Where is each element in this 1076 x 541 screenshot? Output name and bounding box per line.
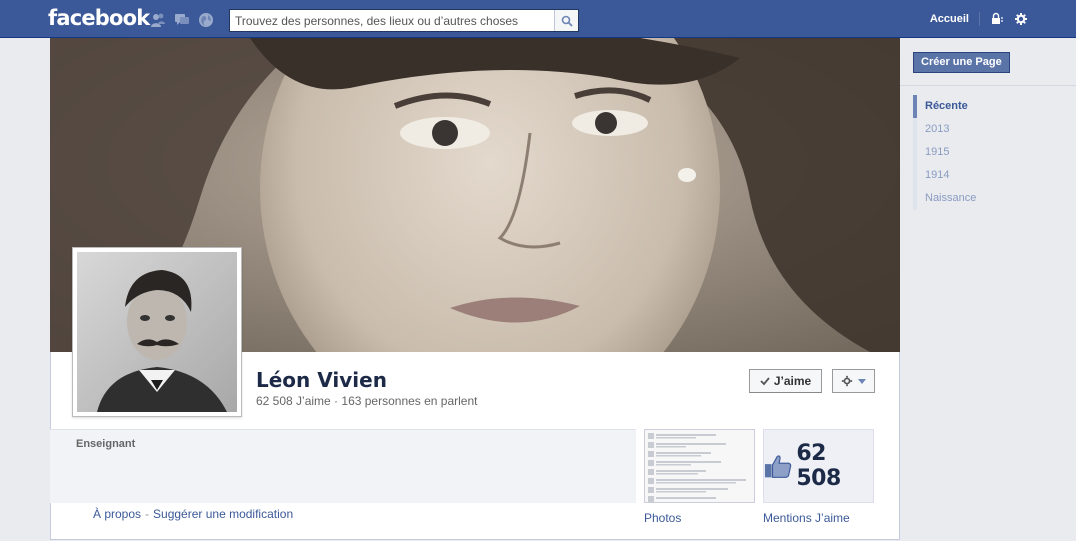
year-item-birth[interactable]: Naissance — [913, 187, 976, 210]
thumbs-up-icon — [764, 455, 792, 478]
page-info-box: Enseignant — [50, 429, 636, 503]
home-link[interactable]: Accueil — [930, 13, 969, 25]
likes-link[interactable]: Mentions J’aime — [763, 511, 850, 525]
search-icon — [561, 15, 573, 27]
search-button[interactable] — [554, 10, 578, 31]
profile-picture[interactable] — [72, 247, 242, 417]
photos-tile[interactable] — [644, 429, 755, 503]
search-input[interactable] — [230, 10, 554, 31]
photos-link[interactable]: Photos — [644, 511, 681, 525]
year-item-recent[interactable]: Récente — [913, 95, 976, 118]
year-item-1915[interactable]: 1915 — [913, 141, 976, 164]
year-item-1914[interactable]: 1914 — [913, 164, 976, 187]
profile-portrait-image — [77, 252, 237, 412]
privacy-shortcuts-icon[interactable] — [990, 12, 1004, 26]
sidebar-divider — [900, 85, 1076, 86]
links-separator: - — [145, 507, 150, 521]
top-navigation-bar: facebook Accueil — [0, 0, 1076, 38]
settings-gear-icon[interactable] — [1014, 12, 1028, 26]
like-button[interactable]: J’aime — [749, 369, 822, 393]
likes-count: 62 508 — [796, 441, 841, 491]
likes-stat[interactable]: 62 508 J’aime — [256, 394, 331, 408]
talking-about-stat: 163 personnes en parlent — [341, 394, 478, 408]
page-title: Léon Vivien — [256, 368, 387, 392]
gear-icon — [841, 375, 853, 387]
nav-divider — [979, 12, 980, 26]
timeline-year-nav: Récente 2013 1915 1914 Naissance — [913, 95, 976, 210]
friend-requests-icon[interactable] — [150, 12, 166, 28]
checkmark-icon — [760, 377, 770, 386]
photos-thumbnail — [645, 430, 754, 502]
top-right-nav: Accueil — [930, 0, 1028, 38]
stats-separator: · — [330, 394, 342, 408]
chevron-down-icon — [858, 378, 866, 384]
about-link[interactable]: À propos — [93, 507, 141, 521]
likes-tile[interactable]: 62 508 — [763, 429, 874, 503]
page-stats: 62 508 J’aime · 163 personnes en parlent — [256, 394, 478, 408]
messages-icon[interactable] — [174, 12, 190, 28]
page-category: Enseignant — [76, 438, 136, 450]
suggest-edit-link[interactable]: Suggérer une modification — [153, 507, 293, 521]
facebook-logo[interactable]: facebook — [48, 6, 150, 30]
notification-jewels — [150, 12, 214, 28]
like-button-label: J’aime — [773, 374, 812, 388]
year-item-2013[interactable]: 2013 — [913, 118, 976, 141]
page-links: À propos - Suggérer une modification — [93, 507, 293, 521]
notifications-globe-icon[interactable] — [198, 12, 214, 28]
search-bar — [229, 9, 579, 32]
page-options-button[interactable] — [832, 369, 875, 393]
create-page-button[interactable]: Créer une Page — [913, 52, 1010, 73]
